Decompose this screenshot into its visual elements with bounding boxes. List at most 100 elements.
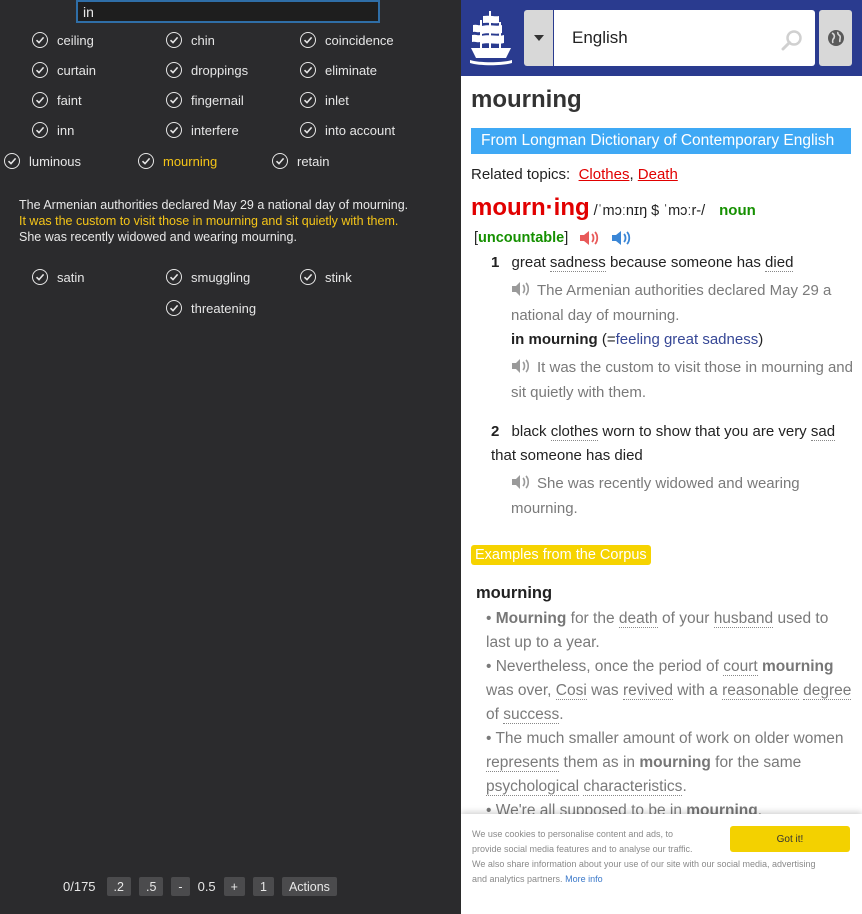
check-icon <box>166 62 182 78</box>
collocation: in mourning (=feeling great sadness) <box>511 328 856 352</box>
headword-title: mourning <box>471 86 582 113</box>
word-label: faint <box>57 92 82 108</box>
definition-text: worn to show that you are very <box>602 423 807 440</box>
example-text: The Armenian authorities declared May 29… <box>511 282 832 324</box>
american-audio-icon[interactable] <box>610 229 632 247</box>
check-icon <box>32 122 48 138</box>
sense-number: 2 <box>491 423 500 440</box>
word-label: smuggling <box>191 269 251 285</box>
check-icon <box>32 269 48 285</box>
definition-text: because someone has <box>609 254 761 271</box>
entry-header: mourn·ing /ˈmɔːnɪŋ $ ˈmɔːr-/ noun <box>471 194 756 222</box>
check-icon <box>138 153 154 169</box>
definition-word[interactable]: sad <box>810 423 836 441</box>
british-audio-icon[interactable] <box>578 229 600 247</box>
topic-link-death[interactable]: Death <box>638 166 678 183</box>
flashcard-panel: in ceiling chin coincidence curtain drop… <box>0 0 460 914</box>
word-label: mourning <box>163 153 218 169</box>
check-icon <box>272 153 288 169</box>
collocation-gloss: feeling great sadness <box>615 331 759 348</box>
corpus-examples: • Mourning for the death of your husband… <box>486 607 854 823</box>
entry-headword: mourn·ing <box>471 194 590 221</box>
speaker-icon[interactable] <box>511 281 531 297</box>
example: The Armenian authorities declared May 29… <box>511 278 856 328</box>
check-icon <box>166 32 182 48</box>
playback-bar: 0/175 .2 .5 - 0.5 + 1 Actions <box>63 877 337 896</box>
word-item[interactable]: coincidence <box>300 32 394 48</box>
search-input[interactable]: in <box>76 0 380 23</box>
sense-1: 1 great sadness because someone has died <box>491 251 851 275</box>
word-item[interactable]: into account <box>300 122 395 138</box>
word-label: curtain <box>57 62 97 78</box>
part-of-speech: noun <box>719 202 756 219</box>
more-info-link[interactable]: More info <box>565 874 603 884</box>
word-item[interactable]: curtain <box>32 62 96 78</box>
decrease-button[interactable]: - <box>171 877 190 896</box>
language-label: English <box>572 28 628 47</box>
word-label: luminous <box>29 153 82 169</box>
word-label: retain <box>297 153 330 169</box>
example: She was recently widowed and wearing mou… <box>511 471 856 521</box>
progress-count: 0/175 <box>63 879 96 894</box>
definition-text: that someone has died <box>491 447 643 464</box>
source-banner: From Longman Dictionary of Contemporary … <box>471 128 851 154</box>
check-icon <box>166 92 182 108</box>
word-label: into account <box>325 122 396 138</box>
definition-word[interactable]: died <box>765 254 794 272</box>
word-label: chin <box>191 32 215 48</box>
related-topics-label: Related topics: <box>471 166 571 183</box>
speed-05-button[interactable]: .5 <box>138 877 164 896</box>
check-icon <box>166 269 182 285</box>
word-item[interactable]: fingernail <box>166 92 244 108</box>
example-sentence-highlighted: It was the custom to visit those in mour… <box>19 214 399 228</box>
grammar-row: [uncountable] <box>474 229 632 247</box>
topic-link-clothes[interactable]: Clothes <box>579 166 630 183</box>
check-icon <box>32 62 48 78</box>
globe-icon <box>827 30 844 46</box>
check-icon <box>166 300 182 316</box>
speaker-icon[interactable] <box>511 474 531 490</box>
actions-button[interactable]: Actions <box>281 877 337 896</box>
word-item[interactable]: interfere <box>166 122 239 138</box>
word-item[interactable]: chin <box>166 32 215 48</box>
word-item-active[interactable]: mourning <box>138 153 217 169</box>
word-item[interactable]: satin <box>32 269 84 285</box>
word-item[interactable]: retain <box>272 153 330 169</box>
got-it-button[interactable]: Got it! <box>730 826 850 852</box>
word-item[interactable]: inlet <box>300 92 349 108</box>
speed-1-button[interactable]: 1 <box>252 877 274 896</box>
dictionary-search-input[interactable]: English <box>554 10 815 66</box>
dictionary-header: English <box>461 0 862 76</box>
word-item[interactable]: droppings <box>166 62 248 78</box>
word-label: inn <box>57 122 75 138</box>
definition-word[interactable]: sadness <box>549 254 606 272</box>
word-label: satin <box>57 269 85 285</box>
word-item[interactable]: inn <box>32 122 74 138</box>
speaker-icon[interactable] <box>511 358 531 374</box>
word-item[interactable]: faint <box>32 92 82 108</box>
speed-value: 0.5 <box>197 879 216 894</box>
word-item[interactable]: eliminate <box>300 62 377 78</box>
example-sentence: The Armenian authorities declared May 29… <box>19 198 409 212</box>
word-item[interactable]: luminous <box>4 153 81 169</box>
check-icon <box>300 62 316 78</box>
increase-button[interactable]: + <box>223 877 245 896</box>
word-item[interactable]: smuggling <box>166 269 250 285</box>
ship-logo-icon[interactable] <box>469 8 513 66</box>
word-item[interactable]: ceiling <box>32 32 94 48</box>
speed-02-button[interactable]: .2 <box>106 877 131 896</box>
word-label: eliminate <box>325 62 378 78</box>
word-label: ceiling <box>57 32 94 48</box>
globe-button[interactable] <box>819 10 852 66</box>
definition-word[interactable]: clothes <box>550 423 599 441</box>
word-item[interactable]: threatening <box>166 300 256 316</box>
word-item[interactable]: stink <box>300 269 352 285</box>
search-icon[interactable] <box>781 29 803 51</box>
word-label: coincidence <box>325 32 394 48</box>
collocation-open: (= <box>601 331 616 348</box>
word-label: stink <box>325 269 352 285</box>
corpus-badge: Examples from the Corpus <box>471 545 651 565</box>
collocation-close: ) <box>758 331 764 348</box>
word-label: inlet <box>325 92 349 108</box>
language-dropdown-button[interactable] <box>524 10 553 66</box>
